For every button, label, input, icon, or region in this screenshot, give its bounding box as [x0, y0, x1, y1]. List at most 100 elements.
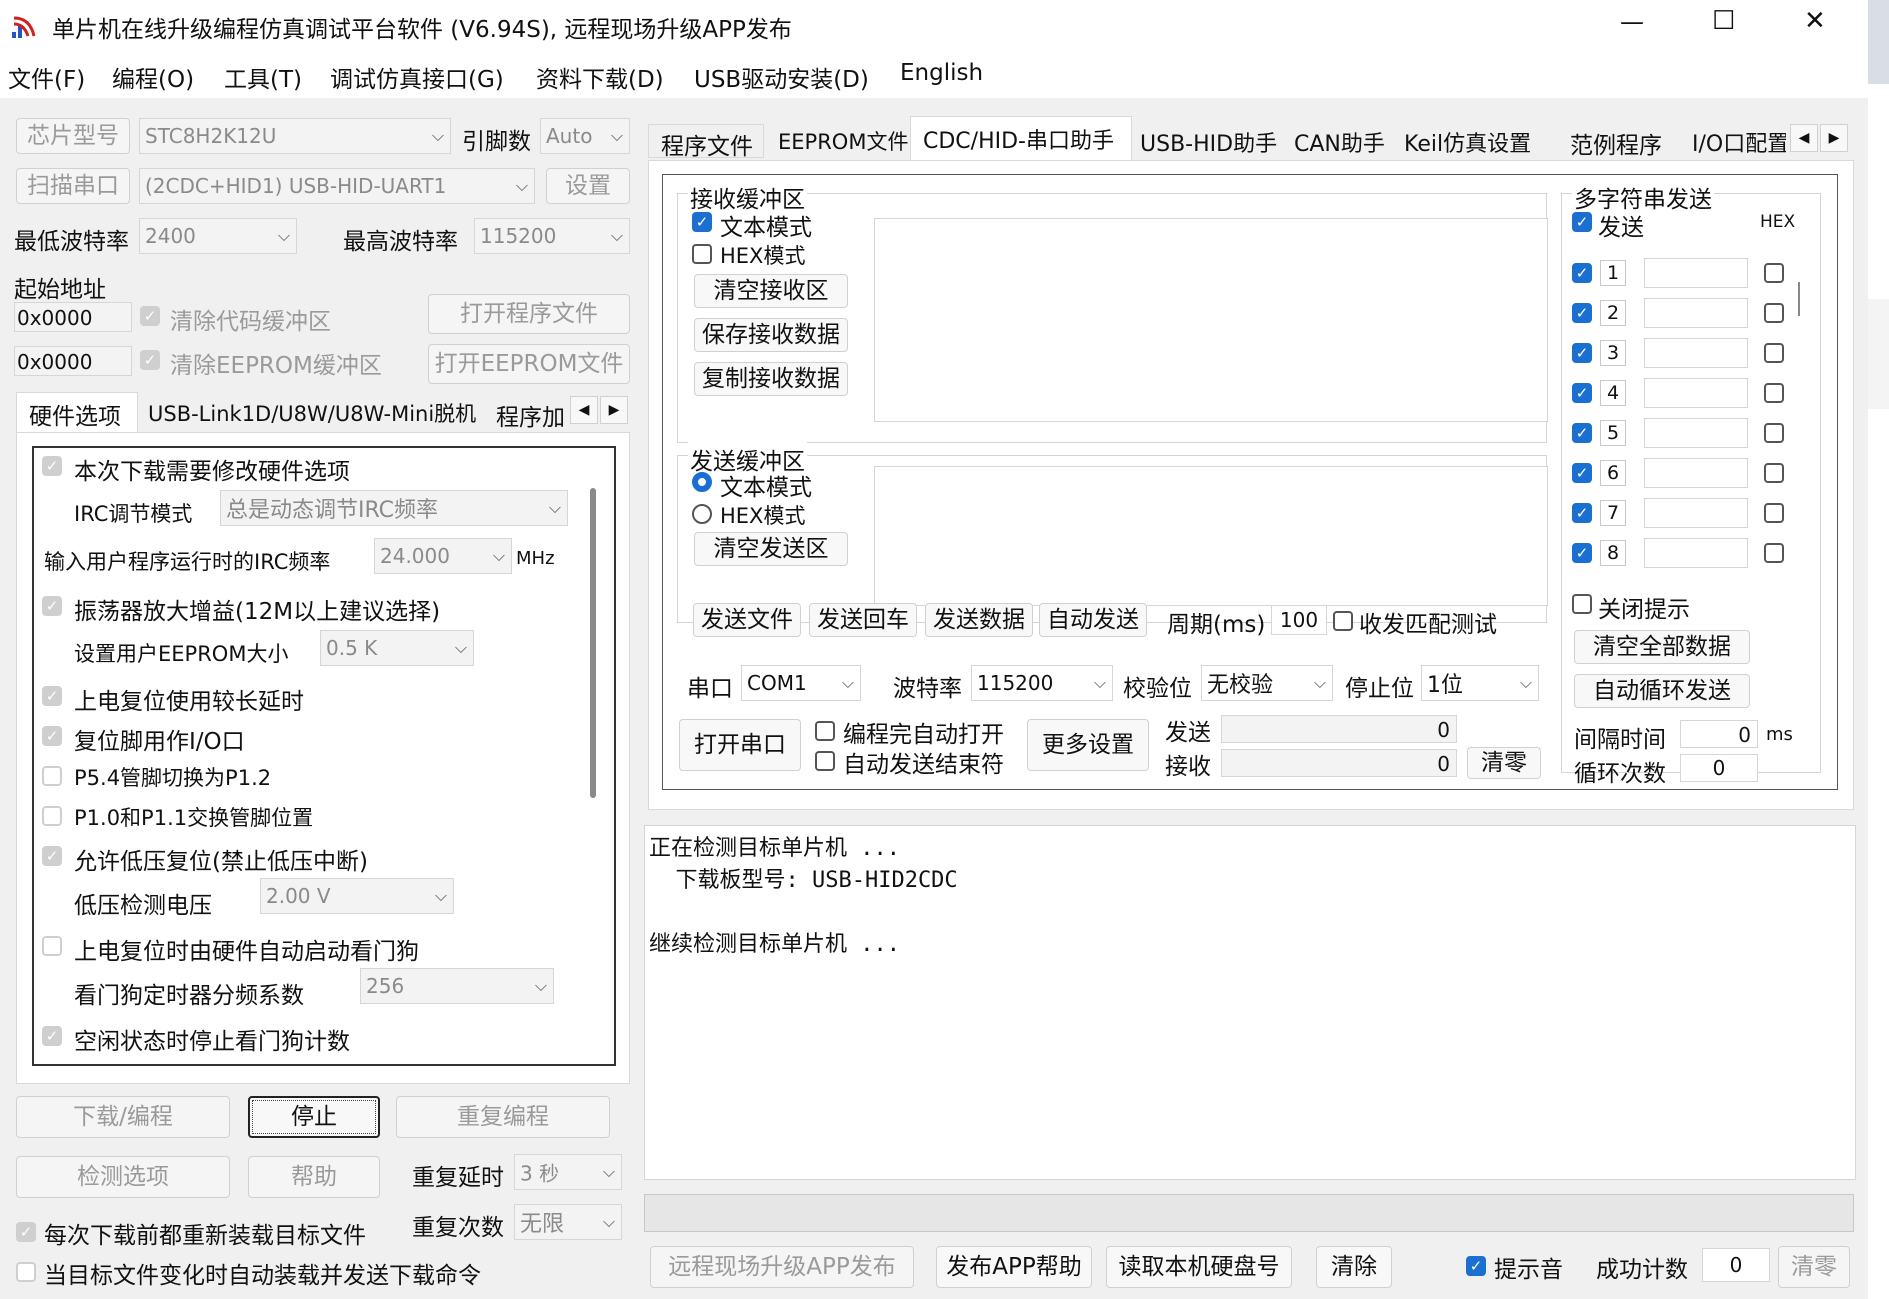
multi-send-row-button[interactable]: 8 [1600, 540, 1626, 566]
multi-send-row-checkbox[interactable]: ✓ [1572, 543, 1592, 563]
options-scrollbar[interactable] [590, 488, 596, 798]
repeat-count-select[interactable]: 无限 ⌵ [514, 1204, 622, 1240]
wdt-auto-checkbox[interactable] [42, 936, 62, 956]
multi-send-row-button[interactable]: 3 [1600, 340, 1626, 366]
send-data-button[interactable]: 发送数据 [925, 603, 1033, 637]
wdt-divider-select[interactable]: 256 ⌵ [360, 968, 554, 1004]
multi-send-row-input[interactable] [1644, 538, 1748, 568]
tab-scroll-left-icon[interactable]: ◀ [570, 396, 598, 424]
multi-send-row-checkbox[interactable]: ✓ [1572, 343, 1592, 363]
multi-send-row-checkbox[interactable]: ✓ [1572, 503, 1592, 523]
open-eeprom-file-button[interactable]: 打开EEPROM文件 [428, 344, 630, 384]
loop-count-input[interactable]: 0 [1680, 754, 1758, 782]
stop-bits-select[interactable]: 1位 ⌵ [1421, 665, 1539, 701]
lvd-reset-checkbox[interactable]: ✓ [42, 846, 62, 866]
multi-send-scrollbar[interactable] [1798, 282, 1800, 316]
clear-all-data-button[interactable]: 清空全部数据 [1574, 630, 1750, 664]
menu-program[interactable]: 编程(O) [112, 60, 194, 94]
auto-open-checkbox[interactable] [815, 721, 835, 741]
multi-send-row-checkbox[interactable]: ✓ [1572, 263, 1592, 283]
multi-send-row-checkbox[interactable]: ✓ [1572, 303, 1592, 323]
repeat-delay-select[interactable]: 3 秒 ⌵ [514, 1154, 622, 1190]
chip-type-button[interactable]: 芯片型号 [16, 118, 130, 154]
menu-downloads[interactable]: 资料下载(D) [536, 60, 664, 94]
min-baud-select[interactable]: 2400 ⌵ [139, 218, 297, 254]
p10-swap-checkbox[interactable] [42, 806, 62, 826]
close-tip-checkbox[interactable] [1572, 594, 1592, 614]
tab-scroll-right-icon[interactable]: ▶ [1820, 124, 1848, 152]
code-address-input[interactable]: 0x0000 [14, 302, 132, 332]
menu-english[interactable]: English [900, 60, 983, 86]
more-settings-button[interactable]: 更多设置 [1027, 719, 1149, 771]
check-options-button[interactable]: 检测选项 [16, 1156, 230, 1198]
auto-reload-checkbox[interactable] [16, 1262, 36, 1282]
open-port-button[interactable]: 打开串口 [679, 719, 801, 771]
power-delay-checkbox[interactable]: ✓ [42, 686, 62, 706]
eeprom-size-select[interactable]: 0.5 K ⌵ [320, 630, 474, 666]
multi-send-row-input[interactable] [1644, 378, 1748, 408]
send-textarea[interactable] [874, 466, 1548, 606]
auto-send-button[interactable]: 自动发送 [1039, 603, 1147, 637]
multi-send-row-hex-checkbox[interactable] [1764, 263, 1784, 283]
clear-code-checkbox[interactable]: ✓ [140, 306, 160, 326]
wdt-idle-checkbox[interactable]: ✓ [42, 1026, 62, 1046]
stop-button[interactable]: 停止 [248, 1096, 380, 1138]
auto-loop-send-button[interactable]: 自动循环发送 [1574, 674, 1750, 708]
scan-port-button[interactable]: 扫描串口 [16, 168, 130, 204]
multi-send-row-input[interactable] [1644, 298, 1748, 328]
success-count-input[interactable]: 0 [1702, 1248, 1770, 1282]
chip-type-select[interactable]: STC8H2K12U ⌵ [139, 118, 451, 154]
irc-mode-select[interactable]: 总是动态调节IRC频率 ⌵ [220, 490, 568, 526]
copy-receive-button[interactable]: 复制接收数据 [694, 362, 848, 396]
save-receive-button[interactable]: 保存接收数据 [694, 318, 848, 352]
multi-send-row-button[interactable]: 2 [1600, 300, 1626, 326]
multi-send-row-hex-checkbox[interactable] [1764, 543, 1784, 563]
clear-log-button[interactable]: 清除 [1316, 1246, 1392, 1288]
multi-send-row-hex-checkbox[interactable] [1764, 343, 1784, 363]
max-baud-select[interactable]: 115200 ⌵ [474, 218, 630, 254]
menu-usb-driver[interactable]: USB驱动安装(D) [694, 60, 869, 94]
receive-textarea[interactable] [874, 218, 1548, 422]
multi-send-row-hex-checkbox[interactable] [1764, 383, 1784, 403]
remote-upgrade-button[interactable]: 远程现场升级APP发布 [650, 1246, 914, 1288]
eeprom-address-input[interactable]: 0x0000 [14, 346, 132, 376]
tab-keil-sim[interactable]: Keil仿真设置 [1402, 124, 1554, 158]
tab-examples[interactable]: 范例程序 [1568, 124, 1678, 159]
multi-send-row-hex-checkbox[interactable] [1764, 303, 1784, 323]
lvd-voltage-select[interactable]: 2.00 V ⌵ [260, 878, 454, 914]
log-output[interactable]: 正在检测目标单片机 ... 下载板型号: USB-HID2CDC 继续检测目标单… [644, 825, 1856, 1180]
recv-text-mode-checkbox[interactable]: ✓ [692, 212, 712, 232]
open-program-file-button[interactable]: 打开程序文件 [428, 294, 630, 334]
clear-receive-button[interactable]: 清空接收区 [694, 274, 848, 308]
send-text-mode-radio[interactable] [692, 472, 712, 492]
multi-send-row-input[interactable] [1644, 498, 1748, 528]
download-program-button[interactable]: 下载/编程 [16, 1096, 230, 1138]
baud-select[interactable]: 115200 ⌵ [971, 665, 1113, 701]
tab-hardware-options[interactable]: 硬件选项 [16, 392, 138, 432]
tab-io-config[interactable]: I/O口配置 [1690, 124, 1786, 158]
multi-send-row-checkbox[interactable]: ✓ [1572, 383, 1592, 403]
modify-hw-checkbox[interactable]: ✓ [42, 456, 62, 476]
multi-send-row-input[interactable] [1644, 458, 1748, 488]
recv-hex-mode-checkbox[interactable] [692, 244, 712, 264]
irc-frequency-select[interactable]: 24.000 ⌵ [374, 538, 512, 574]
osc-gain-checkbox[interactable]: ✓ [42, 596, 62, 616]
multi-send-row-input[interactable] [1644, 338, 1748, 368]
com-port-select[interactable]: COM1 ⌵ [741, 665, 861, 701]
maximize-button[interactable]: ☐ [1712, 6, 1735, 36]
multi-send-row-checkbox[interactable]: ✓ [1572, 463, 1592, 483]
multi-send-checkbox[interactable]: ✓ [1572, 212, 1592, 232]
pins-select[interactable]: Auto ⌵ [540, 118, 630, 154]
beep-checkbox[interactable]: ✓ [1466, 1256, 1486, 1276]
menu-file[interactable]: 文件(F) [8, 60, 85, 94]
period-input[interactable]: 100 [1271, 605, 1327, 635]
tab-program-encrypt[interactable]: 程序加 [496, 398, 568, 432]
tab-serial-assistant[interactable]: CDC/HID-串口助手 [910, 116, 1132, 162]
send-file-button[interactable]: 发送文件 [693, 603, 801, 637]
reload-each-checkbox[interactable]: ✓ [16, 1222, 36, 1242]
read-disk-id-button[interactable]: 读取本机硬盘号 [1106, 1246, 1292, 1288]
multi-send-row-hex-checkbox[interactable] [1764, 463, 1784, 483]
multi-send-row-hex-checkbox[interactable] [1764, 423, 1784, 443]
reset-count-button[interactable]: 清零 [1778, 1246, 1850, 1288]
multi-send-row-button[interactable]: 1 [1600, 260, 1626, 286]
